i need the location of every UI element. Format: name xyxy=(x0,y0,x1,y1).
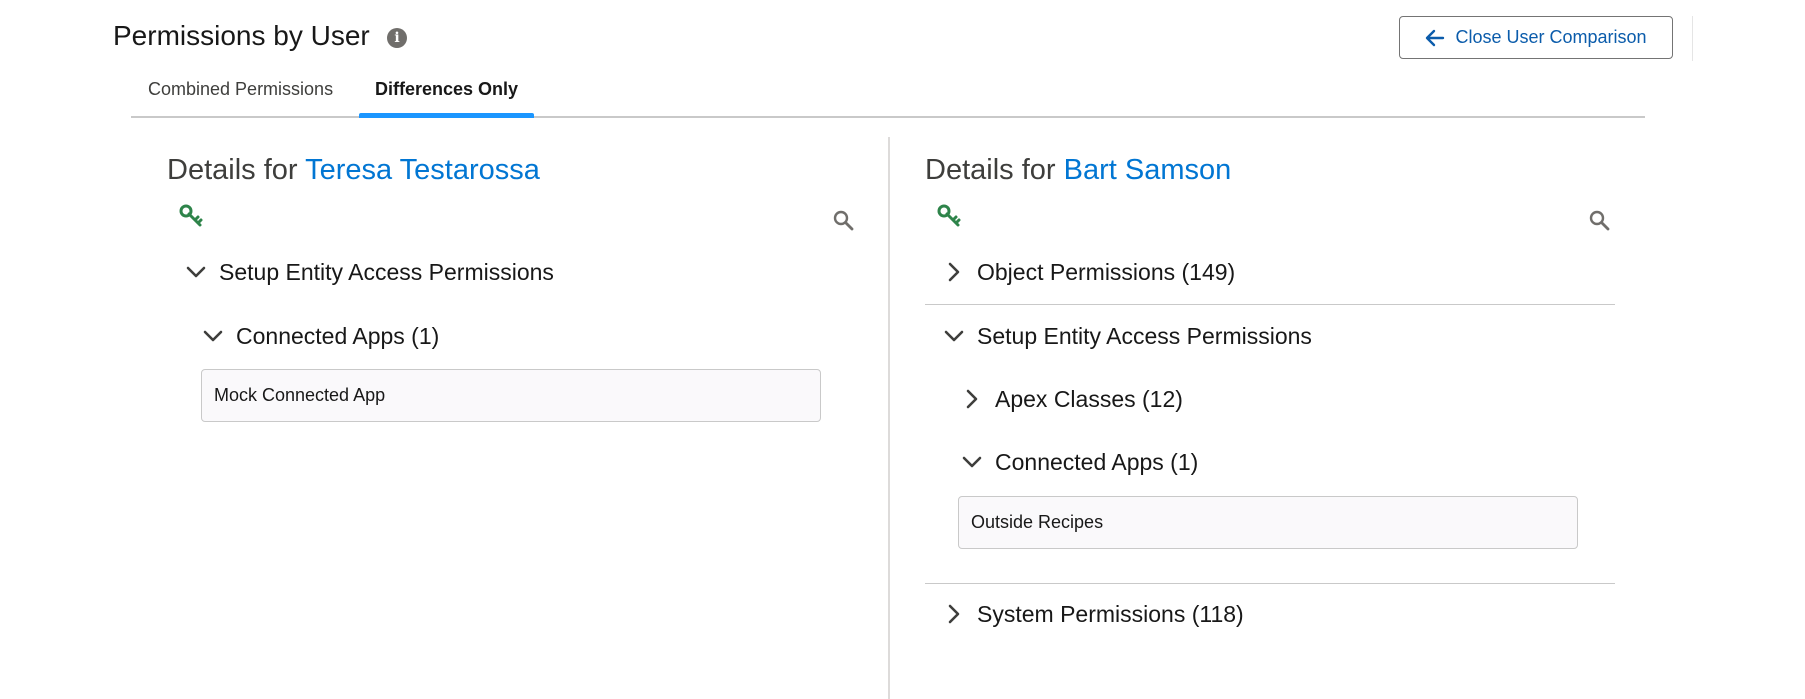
node-label: Connected Apps (1) xyxy=(236,323,440,349)
left-user-name[interactable]: Teresa Testarossa xyxy=(305,154,540,186)
section-divider xyxy=(925,583,1615,584)
right-setup-entity-access-node[interactable]: Setup Entity Access Permissions xyxy=(941,322,1312,350)
node-label: System Permissions (118) xyxy=(977,601,1244,627)
arrow-left-icon xyxy=(1426,29,1445,46)
close-user-comparison-button[interactable]: Close User Comparison xyxy=(1399,16,1673,59)
node-label: Object Permissions (149) xyxy=(977,259,1236,285)
panel-divider xyxy=(888,137,890,699)
chevron-down-icon xyxy=(186,266,206,278)
node-label: Apex Classes (12) xyxy=(995,386,1183,412)
right-details-heading: Details for Bart Samson xyxy=(925,152,1231,188)
left-connected-apps-node[interactable]: Connected Apps (1) xyxy=(200,322,439,350)
header-divider xyxy=(1692,16,1693,61)
node-label: Setup Entity Access Permissions xyxy=(219,259,554,285)
right-object-permissions-node[interactable]: Object Permissions (149) xyxy=(941,258,1235,286)
right-system-permissions-node[interactable]: System Permissions (118) xyxy=(941,600,1244,628)
left-details-heading: Details for Teresa Testarossa xyxy=(167,152,540,188)
list-item-label: Outside Recipes xyxy=(971,512,1104,532)
right-connected-apps-node[interactable]: Connected Apps (1) xyxy=(959,448,1198,476)
chevron-right-icon xyxy=(948,604,960,624)
key-icon xyxy=(179,204,203,227)
key-icon xyxy=(937,204,961,227)
right-user-name[interactable]: Bart Samson xyxy=(1064,154,1232,186)
node-label: Setup Entity Access Permissions xyxy=(977,323,1312,349)
active-tab-indicator xyxy=(359,113,534,118)
list-item-label: Mock Connected App xyxy=(214,385,386,405)
search-icon[interactable] xyxy=(832,209,854,231)
right-apex-classes-node[interactable]: Apex Classes (12) xyxy=(959,385,1183,413)
page-title: Permissions by User xyxy=(113,20,370,51)
left-setup-entity-access-node[interactable]: Setup Entity Access Permissions xyxy=(183,258,554,286)
search-icon[interactable] xyxy=(1588,209,1610,231)
chevron-right-icon xyxy=(948,262,960,282)
details-prefix: Details for xyxy=(925,154,1056,186)
list-item[interactable]: Mock Connected App xyxy=(201,369,821,422)
chevron-down-icon xyxy=(962,456,982,468)
info-icon[interactable]: i xyxy=(387,28,407,48)
close-user-comparison-label: Close User Comparison xyxy=(1455,27,1647,47)
chevron-right-icon xyxy=(966,389,978,409)
node-label: Connected Apps (1) xyxy=(995,449,1199,475)
chevron-down-icon xyxy=(944,330,964,342)
section-divider xyxy=(925,304,1615,305)
tab-combined-permissions[interactable]: Combined Permissions xyxy=(148,78,333,118)
details-prefix: Details for xyxy=(167,154,298,186)
list-item[interactable]: Outside Recipes xyxy=(958,496,1578,549)
tab-differences-only[interactable]: Differences Only xyxy=(359,78,534,118)
chevron-down-icon xyxy=(203,330,223,342)
